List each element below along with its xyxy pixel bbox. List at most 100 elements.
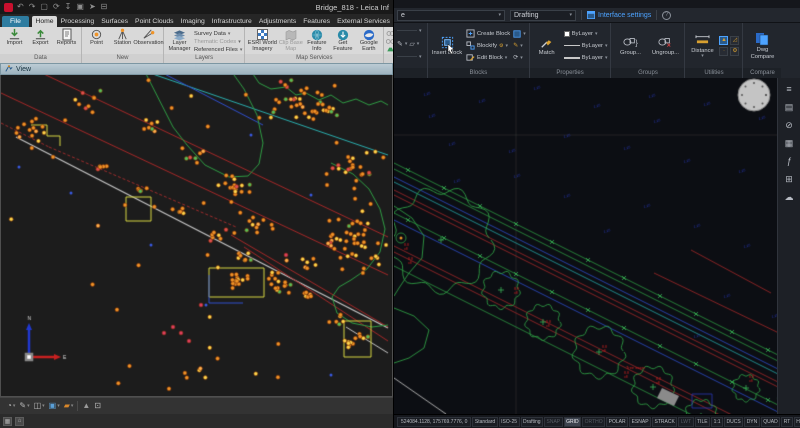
insert-block-button[interactable]: Insert Block	[431, 34, 463, 56]
device-icon[interactable]: ▣	[76, 3, 84, 11]
link-button[interactable]: Link▾	[386, 30, 393, 37]
send-icon[interactable]: ➤	[89, 3, 96, 11]
cloud-icon[interactable]: ☁	[785, 193, 794, 202]
get-feature-button[interactable]: Get Feature	[330, 28, 355, 53]
status-toggle-polar[interactable]: POLAR	[606, 417, 628, 427]
create-block-button[interactable]: Create Block	[466, 28, 510, 39]
delete-icon[interactable]: ▢	[40, 3, 48, 11]
group-button[interactable]: } Group...	[614, 34, 646, 56]
fields-icon[interactable]: ƒ	[786, 157, 791, 166]
point-button[interactable]: Point	[84, 28, 109, 47]
tab-imaging[interactable]: Imaging	[177, 16, 208, 27]
tab-infrastructure[interactable]: Infrastructure	[208, 16, 255, 27]
referenced-files-dropdown[interactable]: Referenced Files▾	[194, 46, 242, 53]
tab-adjustments[interactable]: Adjustments	[255, 16, 299, 27]
home-view-button[interactable]: ⌂	[15, 417, 24, 426]
ungroup-button[interactable]: × Ungroup...	[649, 34, 681, 56]
status-toggle-standard[interactable]: Standard	[472, 417, 497, 427]
match-button[interactable]: Match	[533, 34, 561, 56]
snap-tool-button[interactable]: ◫▾	[34, 402, 45, 410]
clip-base-map-button[interactable]: Clip Base Map	[278, 28, 303, 53]
edit-block-button[interactable]: Edit Block▾	[466, 52, 510, 63]
sheets-icon[interactable]: ▦	[785, 139, 794, 148]
refresh-icon[interactable]: ⟳	[53, 3, 60, 11]
lineweight-control[interactable]: ByLayer▾	[564, 52, 608, 63]
status-toggle-11[interactable]: 1:1	[711, 417, 723, 427]
interface-settings-button[interactable]: Interface settings	[587, 11, 651, 19]
distance-button[interactable]: Distance ▾	[688, 32, 716, 60]
reports-button[interactable]: Reports	[54, 28, 79, 47]
feature-info-button[interactable]: i Feature Info	[304, 28, 329, 53]
google-earth-button[interactable]: Google Earth	[356, 28, 381, 53]
tab-file[interactable]: File	[2, 16, 29, 27]
status-toggle-quad[interactable]: QUAD	[761, 417, 780, 427]
drafting-canvas[interactable]	[394, 78, 800, 414]
layers-panel-icon[interactable]: ▤	[785, 103, 794, 112]
status-toggle-esnap[interactable]: ESNAP	[629, 417, 651, 427]
status-toggle-iso25[interactable]: ISO-25	[499, 417, 520, 427]
unlink-button[interactable]: Unlink	[386, 38, 393, 45]
drafting-viewport[interactable]: ≡ ▤ ⊘ ▦ ƒ ⊞ ☁	[394, 78, 800, 414]
status-toggle-ortho[interactable]: ORTHO	[582, 417, 605, 427]
import-button[interactable]: Import	[2, 28, 27, 47]
station-button[interactable]: Station	[110, 28, 135, 47]
survey-map-viewport[interactable]	[0, 75, 393, 397]
status-toggle-tile[interactable]: TILE	[695, 417, 711, 427]
view-cube-button[interactable]: ▣▾	[49, 402, 60, 410]
status-toggle-hka[interactable]: HKA	[794, 417, 800, 427]
partial-combo[interactable]: ▾	[397, 25, 422, 36]
tab-features[interactable]: Features	[300, 16, 334, 27]
profile-combo[interactable]: e▾	[397, 10, 505, 21]
block-tool-2[interactable]: ✎▾	[513, 40, 526, 51]
status-toggle-rt[interactable]: RT	[781, 417, 793, 427]
status-toggle-lwt[interactable]: LWT	[678, 417, 693, 427]
app-logo-icon[interactable]	[4, 3, 13, 12]
status-toggle-ducs[interactable]: DUCS	[724, 417, 743, 427]
download-icon[interactable]: ↧	[65, 3, 72, 11]
mass-props-button[interactable]: ⚙	[730, 47, 739, 56]
status-toggle-snap[interactable]: SNAP	[544, 417, 563, 427]
status-toggle-dyn[interactable]: DYN	[744, 417, 760, 427]
id-point-button[interactable]: ∙	[719, 47, 728, 56]
dwg-compare-button[interactable]: Dwg Compare	[746, 31, 778, 60]
export-button[interactable]: Export	[28, 28, 53, 47]
color-control[interactable]: ByLayer▾	[564, 28, 608, 39]
block-tool-1[interactable]: ▾	[513, 28, 526, 39]
tab-point-clouds[interactable]: Point Clouds	[132, 16, 178, 27]
tab-external-services[interactable]: External Services	[334, 16, 394, 27]
archive-icon[interactable]: ⊟	[101, 3, 108, 11]
attach-icon[interactable]: ⊘	[785, 121, 793, 130]
observation-button[interactable]: Observation	[136, 28, 161, 47]
thematic-codes-dropdown[interactable]: Thematic Codes▾	[194, 38, 242, 45]
survey-map-canvas[interactable]	[1, 75, 392, 395]
help-button[interactable]: ?	[662, 11, 671, 20]
area-tool-button[interactable]: ▲	[719, 36, 728, 45]
fit-view-button[interactable]: ⊡	[94, 402, 101, 410]
measure-tool-button[interactable]: ✎▾	[19, 402, 29, 410]
block-tool-3[interactable]: ⟳▾	[513, 52, 526, 63]
terrain-view-button[interactable]: ▲	[82, 402, 90, 410]
layer-manager-button[interactable]: Layer Manager	[166, 28, 193, 53]
status-toggle-strack[interactable]: STRACK	[652, 417, 677, 427]
view-tab-bar[interactable]: View	[0, 63, 393, 75]
tab-surfaces[interactable]: Surfaces	[98, 16, 132, 27]
tab-home[interactable]: Home	[32, 16, 57, 27]
structure-panel-icon[interactable]: ⊞	[785, 175, 793, 184]
tab-processing[interactable]: Processing	[57, 16, 98, 27]
orbit-tool-button[interactable]: ◔▾	[7, 402, 15, 410]
angle-tool-button[interactable]: ◿	[730, 36, 739, 45]
survey-data-dropdown[interactable]: Survey Data▾	[194, 30, 242, 37]
partial-tools[interactable]: ✎▾▱▾	[397, 38, 419, 49]
filter-settings-icon[interactable]: ≡	[786, 85, 791, 94]
partial-expand[interactable]: ▾	[397, 51, 422, 62]
workspace-combo[interactable]: Drafting▾	[510, 10, 576, 21]
grid-view-button[interactable]: ▦	[3, 417, 12, 426]
blockify-button[interactable]: Blockify⚙▾	[466, 40, 510, 51]
linetype-control[interactable]: ByLayer▾	[564, 40, 608, 51]
undo-icon[interactable]: ↶	[17, 3, 24, 11]
status-toggle-grid[interactable]: GRID	[564, 417, 582, 427]
redo-icon[interactable]: ↷	[29, 3, 36, 11]
esri-world-imagery-button[interactable]: ESRI World Imagery	[247, 28, 277, 53]
style-tool-button[interactable]: ▰▾	[64, 402, 74, 410]
frustum-button[interactable]: Frustum▾	[386, 46, 393, 53]
